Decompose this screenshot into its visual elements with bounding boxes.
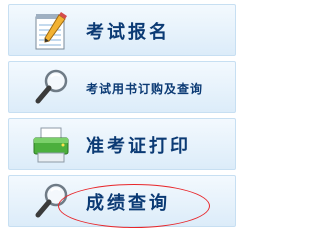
menu-item-exam-registration[interactable]: 考试报名 bbox=[8, 4, 236, 56]
side-menu: 考试报名 考试用书订购及查询 准考证打印 成绩查询 bbox=[0, 0, 243, 232]
menu-item-score-inquiry[interactable]: 成绩查询 bbox=[8, 175, 236, 228]
magnifier-icon bbox=[35, 183, 68, 218]
menu-item-textbook-order[interactable]: 考试用书订购及查询 bbox=[8, 61, 236, 113]
notepad-pencil-icon bbox=[35, 12, 67, 50]
menu-item-label: 准考证打印 bbox=[86, 136, 191, 157]
magnifier-icon bbox=[35, 69, 68, 104]
menu-item-label: 成绩查询 bbox=[86, 193, 170, 214]
menu-item-admission-ticket-print[interactable]: 准考证打印 bbox=[8, 118, 236, 170]
menu-item-label: 考试报名 bbox=[86, 22, 170, 43]
menu-item-label: 考试用书订购及查询 bbox=[86, 82, 204, 96]
printer-icon bbox=[33, 127, 69, 163]
